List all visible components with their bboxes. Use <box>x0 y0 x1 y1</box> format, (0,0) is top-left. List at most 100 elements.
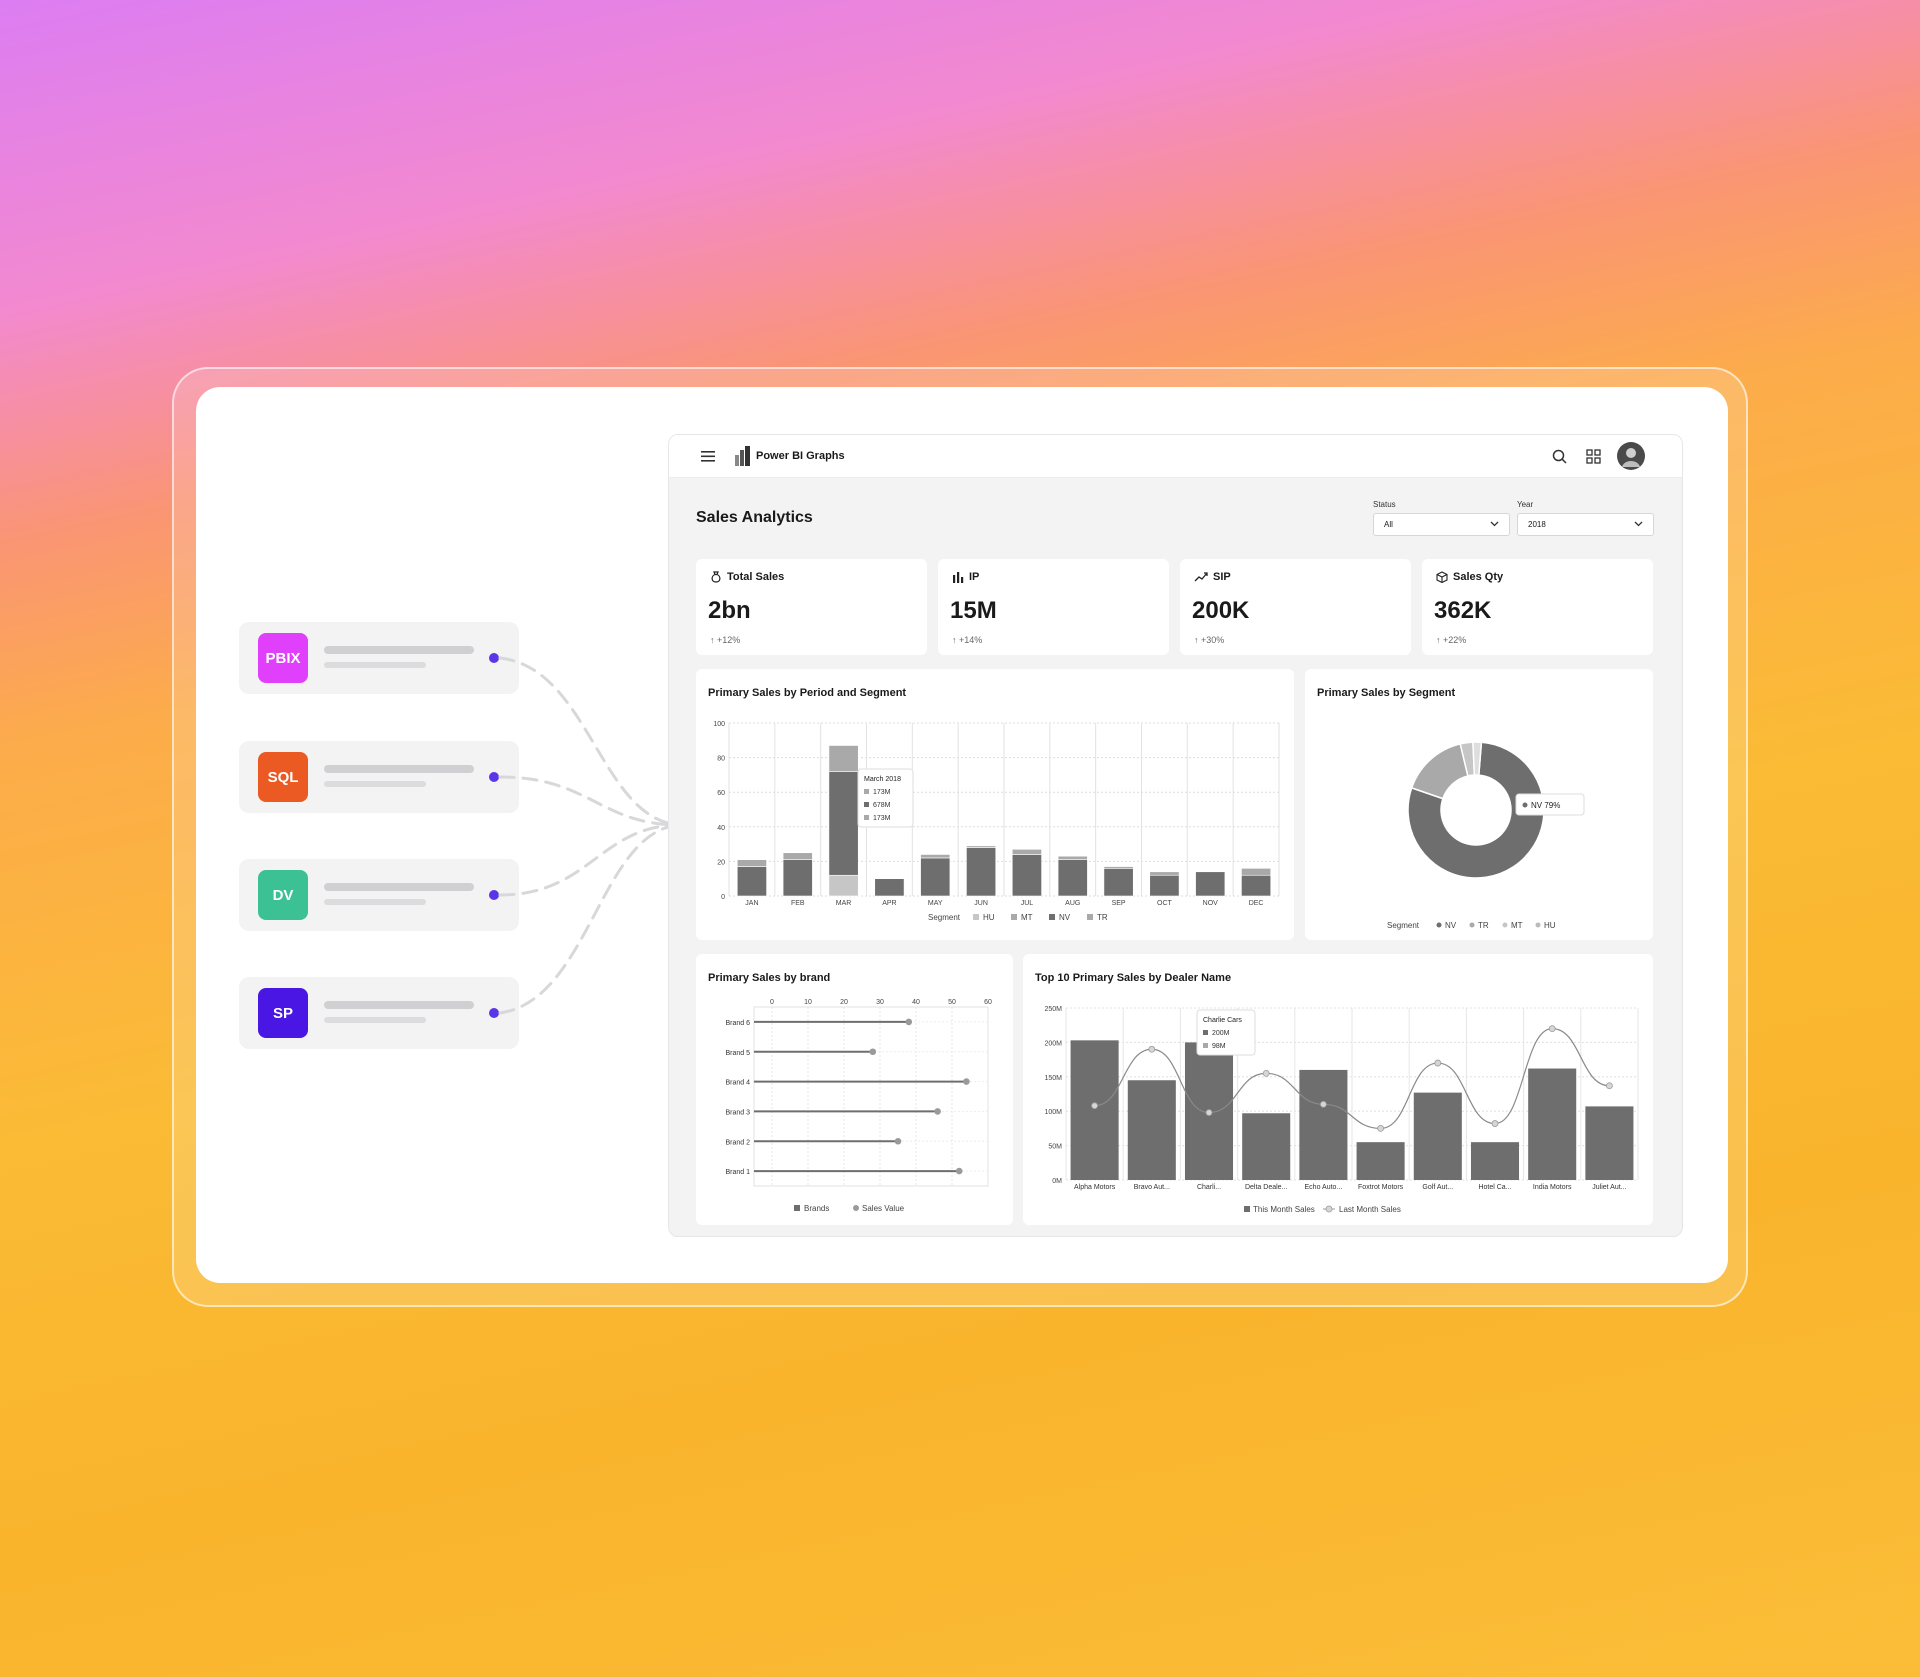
bar-segment <box>1103 866 1134 869</box>
y-tick-label: Brand 2 <box>725 1139 750 1146</box>
source-card-pbix[interactable]: PBIX <box>239 622 519 694</box>
source-card-dv[interactable]: DV <box>239 859 519 931</box>
callout-label: NV 79% <box>1531 801 1560 810</box>
arrow-up-icon: ↑ <box>952 635 960 645</box>
year-select[interactable]: 2018 <box>1517 513 1654 536</box>
pbix-badge: PBIX <box>258 633 308 683</box>
y-tick-label: 100M <box>1044 1109 1062 1116</box>
x-tick-label: 0 <box>770 999 774 1006</box>
legend-dot <box>1502 922 1508 928</box>
y-tick-label: 200M <box>1044 1040 1062 1047</box>
x-tick-label: 40 <box>912 999 920 1006</box>
combo-bar-line-chart: 0M 50M 100M 150M 200M 250M Alpha Motors Bravo A… <box>1044 1006 1639 1214</box>
bar-segment <box>1149 871 1180 876</box>
y-tick-label: Brand 3 <box>725 1109 750 1116</box>
bar-segment <box>1057 855 1088 860</box>
connector-dot[interactable] <box>489 772 499 782</box>
box-icon <box>1436 571 1448 583</box>
tooltip-swatch <box>1203 1030 1208 1035</box>
legend-label: This Month Sales <box>1253 1205 1315 1214</box>
line-point <box>1091 1102 1098 1110</box>
x-tick-label: DEC <box>1249 900 1264 907</box>
x-tick-label: 60 <box>984 999 992 1006</box>
legend-label: MT <box>1021 913 1033 922</box>
chart-panel-dealer: Top 10 Primary Sales by Dealer Name 0M 50… <box>1023 954 1653 1225</box>
line-point <box>1491 1120 1499 1127</box>
x-tick-label: Juliet Aut... <box>1592 1184 1626 1191</box>
legend-swatch <box>1011 914 1017 920</box>
bar-segment <box>920 857 951 897</box>
x-tick-label: Charli... <box>1197 1184 1221 1191</box>
x-tick-label: FEB <box>791 900 805 907</box>
tooltip-swatch <box>864 815 869 820</box>
x-tick-label: 10 <box>804 999 812 1006</box>
bar <box>1356 1142 1405 1180</box>
x-tick-label: Hotel Ca... <box>1478 1184 1511 1191</box>
legend-label: TR <box>1097 913 1108 922</box>
y-tick-label: Brand 5 <box>725 1050 750 1057</box>
bar-segment <box>736 866 767 897</box>
legend-title: Segment <box>1387 921 1420 930</box>
connector-dot[interactable] <box>489 1008 499 1018</box>
arrow-up-icon: ↑ <box>710 635 718 645</box>
kpi-title: Total Sales <box>727 571 785 583</box>
y-tick-label: Brand 1 <box>725 1169 750 1176</box>
search-icon[interactable] <box>1552 449 1567 464</box>
placeholder-line <box>324 765 474 773</box>
legend-swatch <box>1049 914 1055 920</box>
dv-badge: DV <box>258 870 308 920</box>
kpi-delta: +14% <box>959 635 983 645</box>
kpi-title: IP <box>969 571 980 583</box>
line-point <box>1377 1124 1385 1132</box>
lollipop-point <box>894 1137 902 1145</box>
bar-segment <box>1057 859 1088 897</box>
bar-segment <box>1011 848 1042 855</box>
donut-chart: NV 79% Segment NV TR MT HU <box>1387 741 1585 930</box>
legend-title: Segment <box>928 913 961 922</box>
legend-label: Brands <box>804 1204 829 1213</box>
lollipop-point <box>905 1018 913 1026</box>
x-tick-label: JUN <box>974 900 988 907</box>
arrow-up-icon: ↑ <box>1436 635 1444 645</box>
y-tick-label: 150M <box>1044 1075 1062 1082</box>
placeholder-line <box>324 883 474 891</box>
bar <box>1070 1040 1119 1180</box>
connector-dot[interactable] <box>489 653 499 663</box>
legend-dot <box>1436 922 1442 928</box>
connector-dot[interactable] <box>489 890 499 900</box>
source-card-sp[interactable]: SP <box>239 977 519 1049</box>
menu-icon[interactable] <box>701 451 715 462</box>
user-avatar[interactable] <box>1617 442 1645 470</box>
tooltip-line: 173M <box>873 789 891 796</box>
x-tick-label: OCT <box>1157 900 1173 907</box>
x-tick-label: 20 <box>840 999 848 1006</box>
y-tick-label: Brand 6 <box>725 1020 750 1027</box>
x-tick-label: MAY <box>928 900 943 907</box>
legend-swatch <box>1244 1206 1250 1212</box>
lollipop-point <box>869 1048 877 1056</box>
x-tick-label: 30 <box>876 999 884 1006</box>
bar-segment <box>874 878 905 897</box>
bar-segment <box>782 852 813 860</box>
bar-segment <box>1241 874 1272 897</box>
tooltip-line: 173M <box>873 815 891 822</box>
tooltip-line: 200M <box>1212 1030 1230 1037</box>
source-card-sql[interactable]: SQL <box>239 741 519 813</box>
x-tick-label: Delta Deale... <box>1245 1184 1287 1191</box>
tooltip-swatch <box>1203 1043 1208 1048</box>
tooltip-swatch <box>864 802 869 807</box>
line-point <box>1434 1059 1442 1067</box>
chevron-down-icon <box>1634 521 1643 527</box>
legend-dot <box>1469 922 1475 928</box>
apps-grid-icon[interactable] <box>1586 449 1601 464</box>
tooltip-line: 98M <box>1212 1043 1226 1050</box>
status-select[interactable]: All <box>1373 513 1510 536</box>
legend-dot <box>853 1205 859 1211</box>
y-tick-label: 60 <box>717 790 725 797</box>
x-tick-label: JUL <box>1021 900 1034 907</box>
money-bag-icon <box>711 571 721 583</box>
legend-swatch <box>794 1205 800 1211</box>
donut-slice <box>1410 742 1469 800</box>
y-tick-label: 0 <box>721 894 725 901</box>
kpi-delta: +12% <box>717 635 741 645</box>
